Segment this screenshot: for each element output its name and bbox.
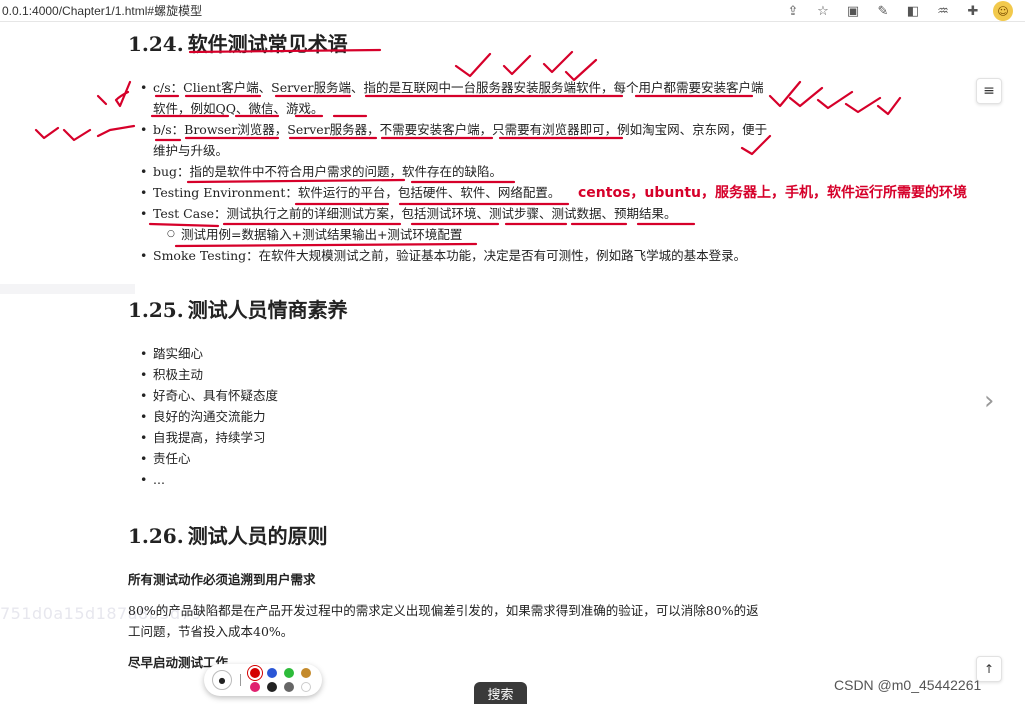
address-bar[interactable]: 0.0.1:4000/Chapter1/1.html#螺旋模型: [2, 2, 202, 19]
avatar-icon[interactable]: ☺: [993, 1, 1013, 21]
section-title: 软件测试常见术语: [187, 32, 348, 56]
article-content: 1.24.软件测试常见术语 c/s：Client客户端、Server服务端、指的…: [128, 22, 768, 673]
audio-icon[interactable]: ♒: [933, 1, 953, 21]
list-item: 好奇心、具有怀疑态度: [140, 385, 768, 406]
section-heading-126: 1.26. 测试人员的原则: [128, 520, 768, 549]
list-item: 踏实细心: [140, 343, 768, 364]
next-page-arrow-icon[interactable]: ›: [984, 386, 994, 416]
color-swatch-pink[interactable]: [250, 682, 260, 692]
list-item: Test Case：测试执行之前的详细测试方案，包括测试环境、测试步骤、测试数据…: [140, 203, 768, 245]
menu-icon: ≡: [983, 83, 995, 99]
list-item: ...: [140, 469, 768, 490]
star-icon[interactable]: ☆: [813, 1, 833, 21]
color-swatch-white[interactable]: [301, 682, 311, 692]
menu-button[interactable]: ≡: [976, 78, 1002, 104]
reader-icon[interactable]: ◧: [903, 1, 923, 21]
puzzle-icon[interactable]: ✚: [963, 1, 983, 21]
share-icon[interactable]: ⇪: [783, 1, 803, 21]
color-swatch-brown[interactable]: [301, 668, 311, 678]
list-item: 责任心: [140, 448, 768, 469]
list-item: c/s：Client客户端、Server服务端、指的是互联网中一台服务器安装服务…: [140, 77, 768, 119]
section-title: 测试人员情商素养: [187, 298, 348, 322]
toolbar-icons: ⇪ ☆ ▣ ✎ ◧ ♒ ✚ ☺: [783, 1, 1013, 21]
search-tab[interactable]: 搜索: [474, 682, 527, 704]
list-item: b/s：Browser浏览器，Server服务器，不需要安装客户端，只需要有浏览…: [140, 119, 768, 161]
extension-badge-icon[interactable]: ▣: [843, 1, 863, 21]
section-number: 1.26.: [128, 524, 184, 548]
list-item: 积极主动: [140, 364, 768, 385]
faint-highlight: [0, 284, 135, 294]
list-item: 良好的沟通交流能力: [140, 406, 768, 427]
browser-toolbar: 0.0.1:4000/Chapter1/1.html#螺旋模型 ⇪ ☆ ▣ ✎ …: [0, 0, 1025, 22]
color-swatch-red[interactable]: [250, 668, 260, 678]
sub-list-item: 测试用例=数据输入+测试结果输出+测试环境配置: [167, 224, 768, 245]
sub-list: 测试用例=数据输入+测试结果输出+测试环境配置: [167, 224, 768, 245]
handwritten-annotation: centos，ubuntu，服务器上，手机，软件运行所需要的环境: [578, 185, 967, 201]
principle-heading: 所有测试动作必须追溯到用户需求: [128, 572, 316, 587]
pen-size-button[interactable]: ●: [212, 670, 232, 690]
list-item: Smoke Testing：在软件大规模测试之前，验证基本功能，决定是否有可测性…: [140, 245, 768, 266]
arrow-up-icon: ↑: [983, 662, 995, 676]
section-heading-125: 1.25. 测试人员情商素养: [128, 294, 768, 323]
list-item: 自我提高，持续学习: [140, 427, 768, 448]
terms-list: c/s：Client客户端、Server服务端、指的是互联网中一台服务器安装服务…: [140, 77, 768, 266]
palette-divider: [240, 674, 241, 686]
list-item: bug：指的是软件中不符合用户需求的问题，软件存在的缺陷。: [140, 161, 768, 182]
principle-paragraph: 80%的产品缺陷都是在产品开发过程中的需求定义出现偏差引发的，如果需求得到准确的…: [128, 603, 759, 639]
translate-icon[interactable]: ✎: [873, 1, 893, 21]
qualities-list: 踏实细心 积极主动 好奇心、具有怀疑态度 良好的沟通交流能力 自我提高，持续学习…: [140, 343, 768, 490]
section-number: 1.25.: [128, 298, 184, 322]
list-item-text: Test Case：测试执行之前的详细测试方案，包括测试环境、测试步骤、测试数据…: [153, 206, 677, 221]
section-number: 1.24.: [128, 32, 184, 56]
color-swatch-gray[interactable]: [284, 682, 294, 692]
csdn-watermark: CSDN @m0_45442261: [834, 677, 982, 693]
color-swatch-blue[interactable]: [267, 668, 277, 678]
section-heading-124: 1.24. 软件测试常见术语: [128, 28, 768, 57]
section-title: 测试人员的原则: [187, 524, 328, 548]
color-swatch-green[interactable]: [284, 668, 294, 678]
color-swatch-black[interactable]: [267, 682, 277, 692]
pen-palette: ●: [204, 664, 322, 696]
